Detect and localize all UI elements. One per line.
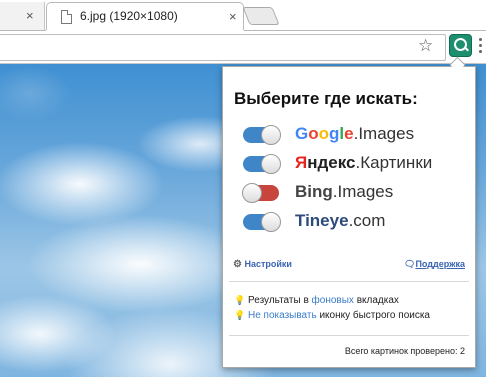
browser-menu-icon[interactable] <box>478 36 484 54</box>
toggle-knob <box>261 154 281 174</box>
yandex-toggle[interactable] <box>243 154 281 174</box>
google-brand-letter: g <box>329 124 340 143</box>
google-brand-letter: o <box>318 124 330 143</box>
settings-link[interactable]: ⚙ Настройки <box>233 259 292 270</box>
support-link[interactable]: 🗨Поддержка <box>404 259 465 270</box>
bing-toggle[interactable] <box>242 183 279 203</box>
close-tab-icon[interactable]: × <box>26 9 34 22</box>
divider <box>229 335 469 336</box>
engine-label-google: Google.Images <box>295 124 414 144</box>
lightbulb-icon: 💡 <box>234 295 246 305</box>
engine-label-yandex: Яндекс.Картинки <box>295 153 432 173</box>
toggle-knob <box>261 125 281 145</box>
option-background-tabs: 💡 Результаты в фоновых вкладках <box>234 295 399 306</box>
engine-row-tineye[interactable]: Tineye.com <box>243 211 468 234</box>
option-text: иконку быстрого поиска <box>316 310 430 321</box>
background-tabs-link[interactable]: фоновых <box>312 295 354 306</box>
settings-label: Настройки <box>244 259 292 269</box>
new-tab-button[interactable] <box>242 7 280 25</box>
google-brand-letter: G <box>295 124 309 143</box>
google-brand-letter: e <box>344 124 354 143</box>
tab-active[interactable]: 6.jpg (1920×1080) × <box>46 2 244 32</box>
google-brand-letter: o <box>308 124 319 143</box>
tineye-brand: Tineye <box>295 211 349 230</box>
google-brand: Google <box>295 124 354 143</box>
engine-suffix: .com <box>348 211 386 230</box>
gear-icon: ⚙ <box>233 259 242 270</box>
speech-bubble-icon: 🗨 <box>404 259 416 269</box>
lightbulb-icon: 💡 <box>234 310 246 320</box>
option-text: Результаты в <box>248 295 312 306</box>
checked-images-counter: Всего картинок проверено: 2 <box>344 346 465 356</box>
extension-popup: Выберите где искать: Google.Images Яндек… <box>222 66 476 368</box>
tab-previous[interactable]: × <box>0 2 45 30</box>
close-tab-icon[interactable]: × <box>229 10 237 23</box>
support-label: Поддержка <box>415 259 465 269</box>
bookmark-star-icon[interactable]: ☆ <box>418 34 433 58</box>
engine-suffix: .Images <box>332 182 394 201</box>
tab-strip: × 6.jpg (1920×1080) × <box>0 0 486 32</box>
google-toggle[interactable] <box>243 125 281 145</box>
engine-row-google[interactable]: Google.Images <box>243 124 468 147</box>
engine-row-bing[interactable]: Bing.Images <box>242 182 468 205</box>
option-hide-icon: 💡 Не показывать иконку быстрого поиска <box>234 310 430 321</box>
toolbar <box>0 31 486 63</box>
engine-row-yandex[interactable]: Яндекс.Картинки <box>243 153 468 176</box>
yandex-brand-first-letter: Я <box>295 153 308 172</box>
hide-icon-link[interactable]: Не показывать <box>248 310 317 321</box>
divider <box>229 281 469 282</box>
file-icon <box>61 10 72 24</box>
bing-brand: Bing <box>295 182 333 201</box>
toggle-knob <box>261 212 281 232</box>
engine-suffix: .Картинки <box>355 153 433 172</box>
popup-title: Выберите где искать: <box>234 89 418 108</box>
yandex-brand-rest: ндекс <box>307 153 356 172</box>
engine-label-tineye: Tineye.com <box>295 211 385 231</box>
toggle-knob <box>242 183 262 203</box>
engine-suffix: .Images <box>353 124 415 143</box>
tineye-toggle[interactable] <box>243 212 281 232</box>
engine-label-bing: Bing.Images <box>295 182 393 202</box>
address-bar[interactable] <box>0 34 446 61</box>
tab-title: 6.jpg (1920×1080) <box>80 9 178 23</box>
image-search-extension-button[interactable] <box>450 35 471 56</box>
option-text: вкладках <box>353 295 399 306</box>
